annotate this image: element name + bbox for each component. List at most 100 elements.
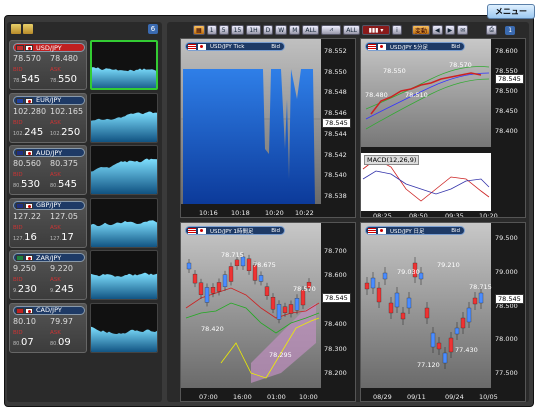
panel-title-text: USD/JPY Tick (210, 44, 244, 50)
ask-rate: 102.165 (50, 107, 83, 116)
panel-title[interactable]: USD/JPY Tick Bid (185, 42, 285, 51)
list-count-badge[interactable]: 6 (148, 24, 158, 34)
timeframe-button[interactable]: 1H (246, 25, 260, 35)
currency-pair-row[interactable]: CAD/JPY 80.10 79.97 BID ASK 80.07 80.09 (9, 303, 159, 353)
price-annotation: 78.295 (269, 351, 292, 359)
next-icon[interactable]: ▶ (445, 25, 456, 35)
x-axis-label: 10:18 (231, 209, 250, 217)
currency-pair-row[interactable]: ZAR/JPY 9.250 9.220 BID ASK 9.230 9.245 (9, 250, 159, 300)
indicator-dropdown[interactable]: ▮▮▮ ▾ (362, 25, 390, 35)
pair-name: EUR/JPY (36, 96, 61, 104)
mini-chart[interactable] (90, 145, 158, 195)
current-price-marker: 78.545 (495, 74, 524, 84)
sell-price-button[interactable]: 127.16 (13, 232, 37, 243)
pair-name: CAD/JPY (36, 306, 62, 314)
bid-label: Bid (271, 228, 280, 234)
timeframe-button[interactable]: 5 (219, 25, 229, 35)
prev-icon[interactable]: ◀ (432, 25, 443, 35)
currency-pair-row[interactable]: EUR/JPY 102.280 102.165 BID ASK 102.245 … (9, 93, 159, 143)
panel-title[interactable]: USD/JPY 1時間足 Bid (185, 226, 285, 235)
sell-label: BID (13, 330, 23, 336)
mail-icon[interactable]: ✉ (457, 25, 468, 35)
sell-price-button[interactable]: 9.230 (13, 284, 37, 295)
timeframe-button[interactable]: M (289, 25, 300, 35)
mini-chart[interactable] (90, 198, 158, 248)
price-annotation: 79.030 (397, 268, 420, 276)
buy-price-button[interactable]: 102.250 (50, 127, 80, 138)
timeframe-button[interactable]: 1 (207, 25, 217, 35)
five-min-chart-panel[interactable]: USD/JPY 5分足 Bid 78.600 78.550 78.500 78.450 78… (360, 38, 526, 218)
sell-price-button[interactable]: 78.545 (13, 74, 40, 85)
pair-name: USD/JPY (36, 44, 62, 52)
print-icon[interactable]: ⎙ (486, 25, 497, 35)
daily-chart-panel[interactable]: USD/JPY 日足 Bid 79.500 79.000 78.500 78.000 77.… (360, 222, 526, 402)
y-axis-label: 78.542 (324, 151, 347, 159)
mini-chart[interactable] (90, 250, 158, 300)
timeframe-button[interactable]: 15 (231, 25, 245, 35)
y-axis-label: 78.538 (324, 192, 347, 200)
x-axis-label: 08:50 (409, 212, 428, 218)
mini-chart[interactable] (90, 303, 158, 353)
ask-rate: 127.05 (50, 212, 78, 221)
mini-chart[interactable] (90, 93, 158, 143)
panel-title[interactable]: USD/JPY 5分足 Bid (365, 42, 465, 51)
price-annotation: 79.210 (437, 261, 460, 269)
rate-card[interactable]: ZAR/JPY 9.250 9.220 BID ASK 9.230 9.245 (9, 250, 87, 300)
bid-rate: 78.570 (13, 54, 41, 63)
sell-price-button[interactable]: 80.07 (13, 337, 34, 348)
buy-price-button[interactable]: 127.17 (50, 232, 74, 243)
timeframe-button[interactable]: ALL (302, 25, 319, 35)
usd-flag-icon (188, 228, 196, 234)
rate-card[interactable]: GBP/JPY 127.22 127.05 BID ASK 127.16 127… (9, 198, 87, 248)
current-price-marker: 78.545 (322, 118, 351, 128)
x-axis-label: 10:00 (299, 393, 318, 401)
usd-flag-icon (188, 44, 196, 50)
buy-label: ASK (50, 120, 61, 126)
currency-pair-row[interactable]: GBP/JPY 127.22 127.05 BID ASK 127.16 127… (9, 198, 159, 248)
buy-price-button[interactable]: 80.545 (50, 179, 77, 190)
sell-price-button[interactable]: 102.245 (13, 127, 43, 138)
timeframe-button[interactable]: ALL (343, 25, 360, 35)
currency-pair-row[interactable]: AUD/JPY 80.560 80.375 BID ASK 80.530 80.… (9, 145, 159, 195)
currency-flag-icon (16, 98, 24, 104)
price-annotation: 77.120 (417, 361, 440, 369)
price-annotation: 78.570 (449, 61, 472, 69)
panel-title-text: USD/JPY 日足 (390, 227, 425, 235)
current-price-marker: 78.545 (495, 294, 524, 304)
price-annotation: 78.675 (253, 261, 276, 269)
buy-price-button[interactable]: 78.550 (50, 74, 77, 85)
timeframe-button[interactable]: D (263, 25, 274, 35)
chart-tool-icon[interactable]: ▦ (193, 25, 205, 35)
rate-card[interactable]: AUD/JPY 80.560 80.375 BID ASK 80.530 80.… (9, 145, 87, 195)
rate-card[interactable]: CAD/JPY 80.10 79.97 BID ASK 80.07 80.09 (9, 303, 87, 353)
y-axis-label: 78.546 (324, 109, 347, 117)
currency-list-panel: 6 USD/JPY 78.570 78.480 BID ASK 78.545 7… (7, 22, 162, 402)
buy-label: ASK (50, 277, 61, 283)
currency-pair-row[interactable]: USD/JPY 78.570 78.480 BID ASK 78.545 78.… (9, 40, 159, 90)
price-annotation: 78.550 (383, 67, 406, 75)
rate-card[interactable]: EUR/JPY 102.280 102.165 BID ASK 102.245 … (9, 93, 87, 143)
buy-price-button[interactable]: 80.09 (50, 337, 71, 348)
y-axis-label: 77.500 (495, 369, 518, 377)
timeframe-button[interactable]: W (275, 25, 287, 35)
panel-title[interactable]: USD/JPY 日足 Bid (365, 226, 465, 235)
panel-count-badge[interactable]: 1 (505, 26, 515, 35)
rate-list-icons[interactable] (11, 24, 33, 34)
usd-flag-icon (368, 44, 376, 50)
layout-button[interactable]: 変動 (412, 25, 430, 35)
tick-chart-panel[interactable]: USD/JPY Tick Bid 78.552 78.550 78.548 78.546 7… (180, 38, 356, 218)
sell-label: BID (13, 172, 23, 178)
jpy-flag-icon (198, 44, 206, 50)
y-axis-label: 78.400 (495, 127, 518, 135)
macd-label: MACD(12,26,9) (364, 155, 419, 165)
menu-button[interactable]: メニュー (487, 4, 535, 19)
panel-title-text: USD/JPY 1時間足 (210, 227, 254, 235)
buy-price-button[interactable]: 9.245 (50, 284, 74, 295)
sell-price-button[interactable]: 80.530 (13, 179, 40, 190)
info-icon[interactable]: i (392, 25, 402, 35)
chart-type-icon[interactable]: ⩘ (321, 25, 341, 35)
hourly-chart-panel[interactable]: USD/JPY 1時間足Bid78.70078.60078.50078.4007… (180, 222, 356, 402)
rate-card[interactable]: USD/JPY 78.570 78.480 BID ASK 78.545 78.… (9, 40, 87, 90)
y-axis-label: 78.200 (324, 369, 347, 377)
mini-chart[interactable] (90, 40, 158, 90)
